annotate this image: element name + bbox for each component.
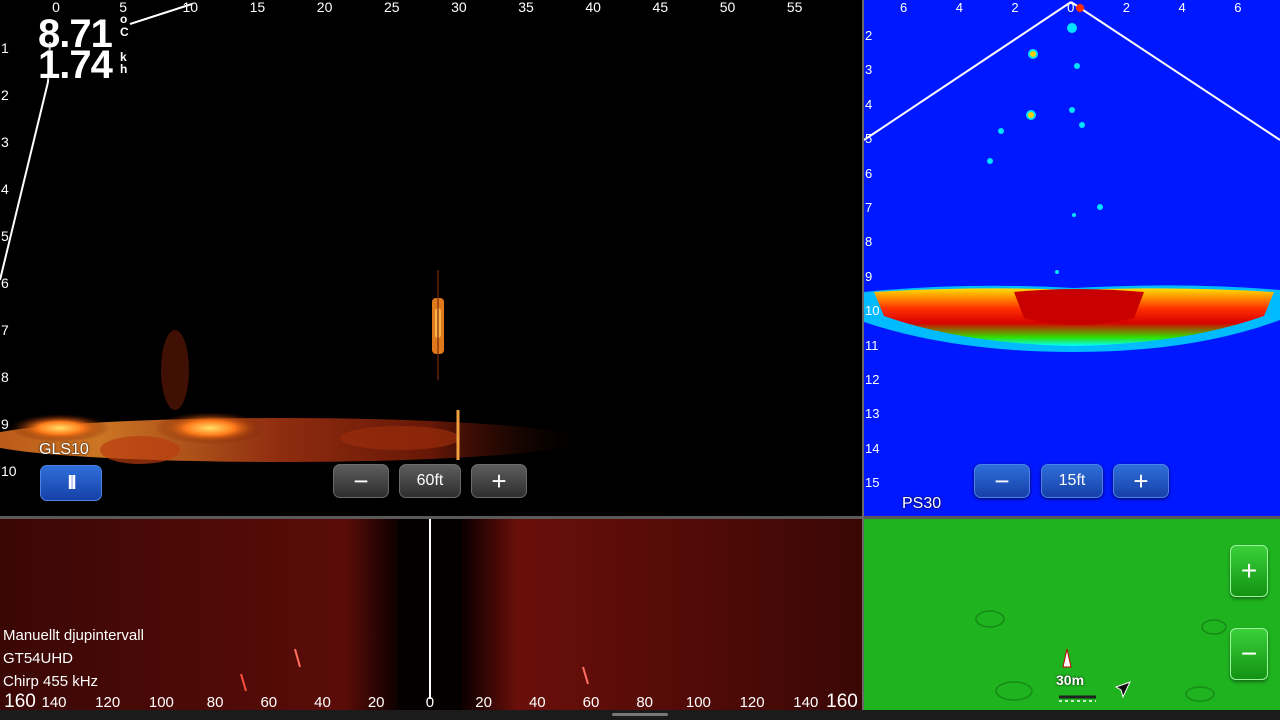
livescope-x-tick: 35 [518, 0, 534, 15]
sidevu-scale-tick: 60 [582, 694, 600, 711]
livescope-source-label: GLS10 [39, 441, 89, 458]
livescope-depth-tick: 4 [1, 181, 9, 197]
livescope-depth-tick: 3 [1, 134, 9, 150]
panoptix-depth-tick: 9 [865, 268, 873, 284]
panoptix-zoom-out-button[interactable]: − [974, 464, 1030, 498]
panoptix-source-label: PS30 [902, 495, 942, 512]
pause-icon: II [67, 472, 76, 494]
livescope-depth-tick: 7 [1, 322, 9, 338]
livescope-depth-tick: 1 [1, 40, 9, 56]
livescope-depth-tick: 9 [1, 416, 9, 432]
panoptix-x-tick: 2 [1122, 0, 1131, 15]
livescope-range-button[interactable]: 60ft [399, 464, 461, 498]
panoptix-sonar-pane[interactable]: 6 4 2 0 2 4 6 2 3 4 5 6 7 8 9 10 11 12 13 14 15 − 15ft + PS… [864, 0, 1280, 516]
sidevu-scale-tick: 20 [475, 694, 492, 711]
sidevu-scale-right-end: 160 [826, 691, 858, 712]
sidevu-scale-tick: 40 [314, 694, 331, 711]
panoptix-depth-tick: 6 [865, 165, 873, 181]
panoptix-x-tick: 2 [1011, 0, 1019, 15]
speed-unit-bottom: h [120, 62, 128, 76]
livescope-x-tick: 45 [652, 0, 669, 15]
livescope-sonar-pane[interactable]: 0 5 10 15 20 25 30 35 40 45 50 55 1 2 3 4 5 6 7 8 9 10 8.71 … [0, 0, 862, 516]
livescope-x-tick: 25 [383, 0, 400, 15]
livescope-zoom-out-button[interactable]: − [333, 464, 389, 498]
panoptix-depth-tick: 14 [865, 440, 880, 456]
minus-icon: − [353, 466, 369, 496]
sidevu-scale-tick: 140 [793, 694, 819, 711]
livescope-x-tick: 55 [786, 0, 803, 15]
sidevu-scale-tick: 20 [367, 694, 385, 711]
livescope-sonar-image [0, 3, 580, 464]
sidevu-sonar-pane[interactable]: Manuellt djupintervall GT54UHD Chirp 455… [0, 519, 862, 710]
temperature-unit-degree: o [120, 12, 128, 26]
panoptix-depth-tick: 8 [865, 234, 873, 250]
panoptix-x-tick: 6 [1234, 0, 1242, 15]
panoptix-x-tick: 0 [1067, 0, 1075, 15]
temperature-unit-letter: C [120, 25, 129, 39]
pane-divider-horizontal[interactable] [0, 516, 1280, 519]
livescope-x-tick: 40 [585, 0, 601, 15]
sidevu-scale-tick: 120 [739, 694, 765, 711]
livescope-depth-tick: 6 [1, 275, 9, 291]
sidevu-scale-tick: 100 [685, 694, 711, 711]
livescope-range-label: 60ft [416, 472, 444, 489]
sidevu-scale-tick: 80 [636, 694, 654, 711]
sidevu-scale-left-end: 160 [4, 691, 36, 712]
sidevu-transducer-label: GT54UHD [3, 650, 74, 667]
panoptix-depth-tick: 7 [865, 200, 873, 215]
panoptix-range-label: 15ft [1058, 472, 1086, 489]
panoptix-depth-tick: 15 [865, 475, 880, 491]
panoptix-range-button[interactable]: 15ft [1041, 464, 1103, 498]
panoptix-depth-tick: 3 [865, 62, 873, 78]
sidevu-mode-label: Manuellt djupintervall [3, 627, 144, 644]
plus-icon: + [1133, 466, 1149, 496]
livescope-x-tick: 30 [451, 0, 467, 15]
plus-icon: + [1240, 555, 1258, 586]
panoptix-depth-tick: 2 [865, 28, 873, 43]
livescope-depth-tick: 5 [1, 228, 9, 244]
speed-value: 1.74 [38, 43, 113, 87]
panoptix-depth-tick: 4 [865, 96, 873, 112]
panoptix-zoom-in-button[interactable]: + [1113, 464, 1169, 498]
livescope-zoom-in-button[interactable]: + [471, 464, 527, 498]
panoptix-x-tick: 4 [1178, 0, 1186, 15]
sidevu-scale-tick: 0 [425, 694, 435, 711]
panoptix-depth-tick: 11 [865, 337, 879, 353]
minus-icon: − [994, 466, 1010, 496]
sidevu-frequency-label: Chirp 455 kHz [3, 673, 99, 690]
bottom-bar [0, 710, 1280, 720]
livescope-x-tick: 20 [316, 0, 333, 15]
sidevu-scale-tick: 140 [41, 694, 67, 711]
sidevu-scale-tick: 40 [528, 694, 546, 711]
plus-icon: + [491, 466, 507, 496]
livescope-depth-tick: 2 [1, 87, 9, 103]
pause-button[interactable]: II [40, 465, 102, 501]
panoptix-depth-tick: 5 [865, 131, 873, 147]
panoptix-sonar-image [864, 1, 1280, 352]
panoptix-depth-tick: 10 [865, 303, 880, 319]
map-scale-label: 30m [1056, 672, 1085, 688]
minus-icon: − [1240, 638, 1258, 669]
pane-divider-vertical[interactable] [862, 0, 864, 710]
livescope-x-tick: 15 [249, 0, 266, 15]
panoptix-depth-tick: 12 [865, 372, 880, 387]
sidevu-scale-tick: 120 [95, 694, 121, 711]
panoptix-x-tick: 6 [900, 0, 908, 15]
sidevu-scale-tick: 100 [148, 694, 174, 711]
panoptix-x-tick: 4 [955, 0, 963, 15]
panoptix-depth-tick: 13 [865, 406, 880, 422]
map-zoom-out-button[interactable]: − [1230, 628, 1268, 680]
livescope-x-tick: 10 [182, 0, 199, 15]
sidevu-scale-tick: 80 [206, 694, 224, 711]
sidevu-sonar-image [0, 519, 862, 710]
drag-handle[interactable] [612, 713, 668, 716]
livescope-depth-tick: 8 [1, 369, 9, 385]
map-zoom-in-button[interactable]: + [1230, 545, 1268, 597]
livescope-x-tick: 50 [719, 0, 736, 15]
sidevu-scale-tick: 60 [260, 694, 278, 711]
livescope-depth-tick: 10 [1, 463, 17, 479]
